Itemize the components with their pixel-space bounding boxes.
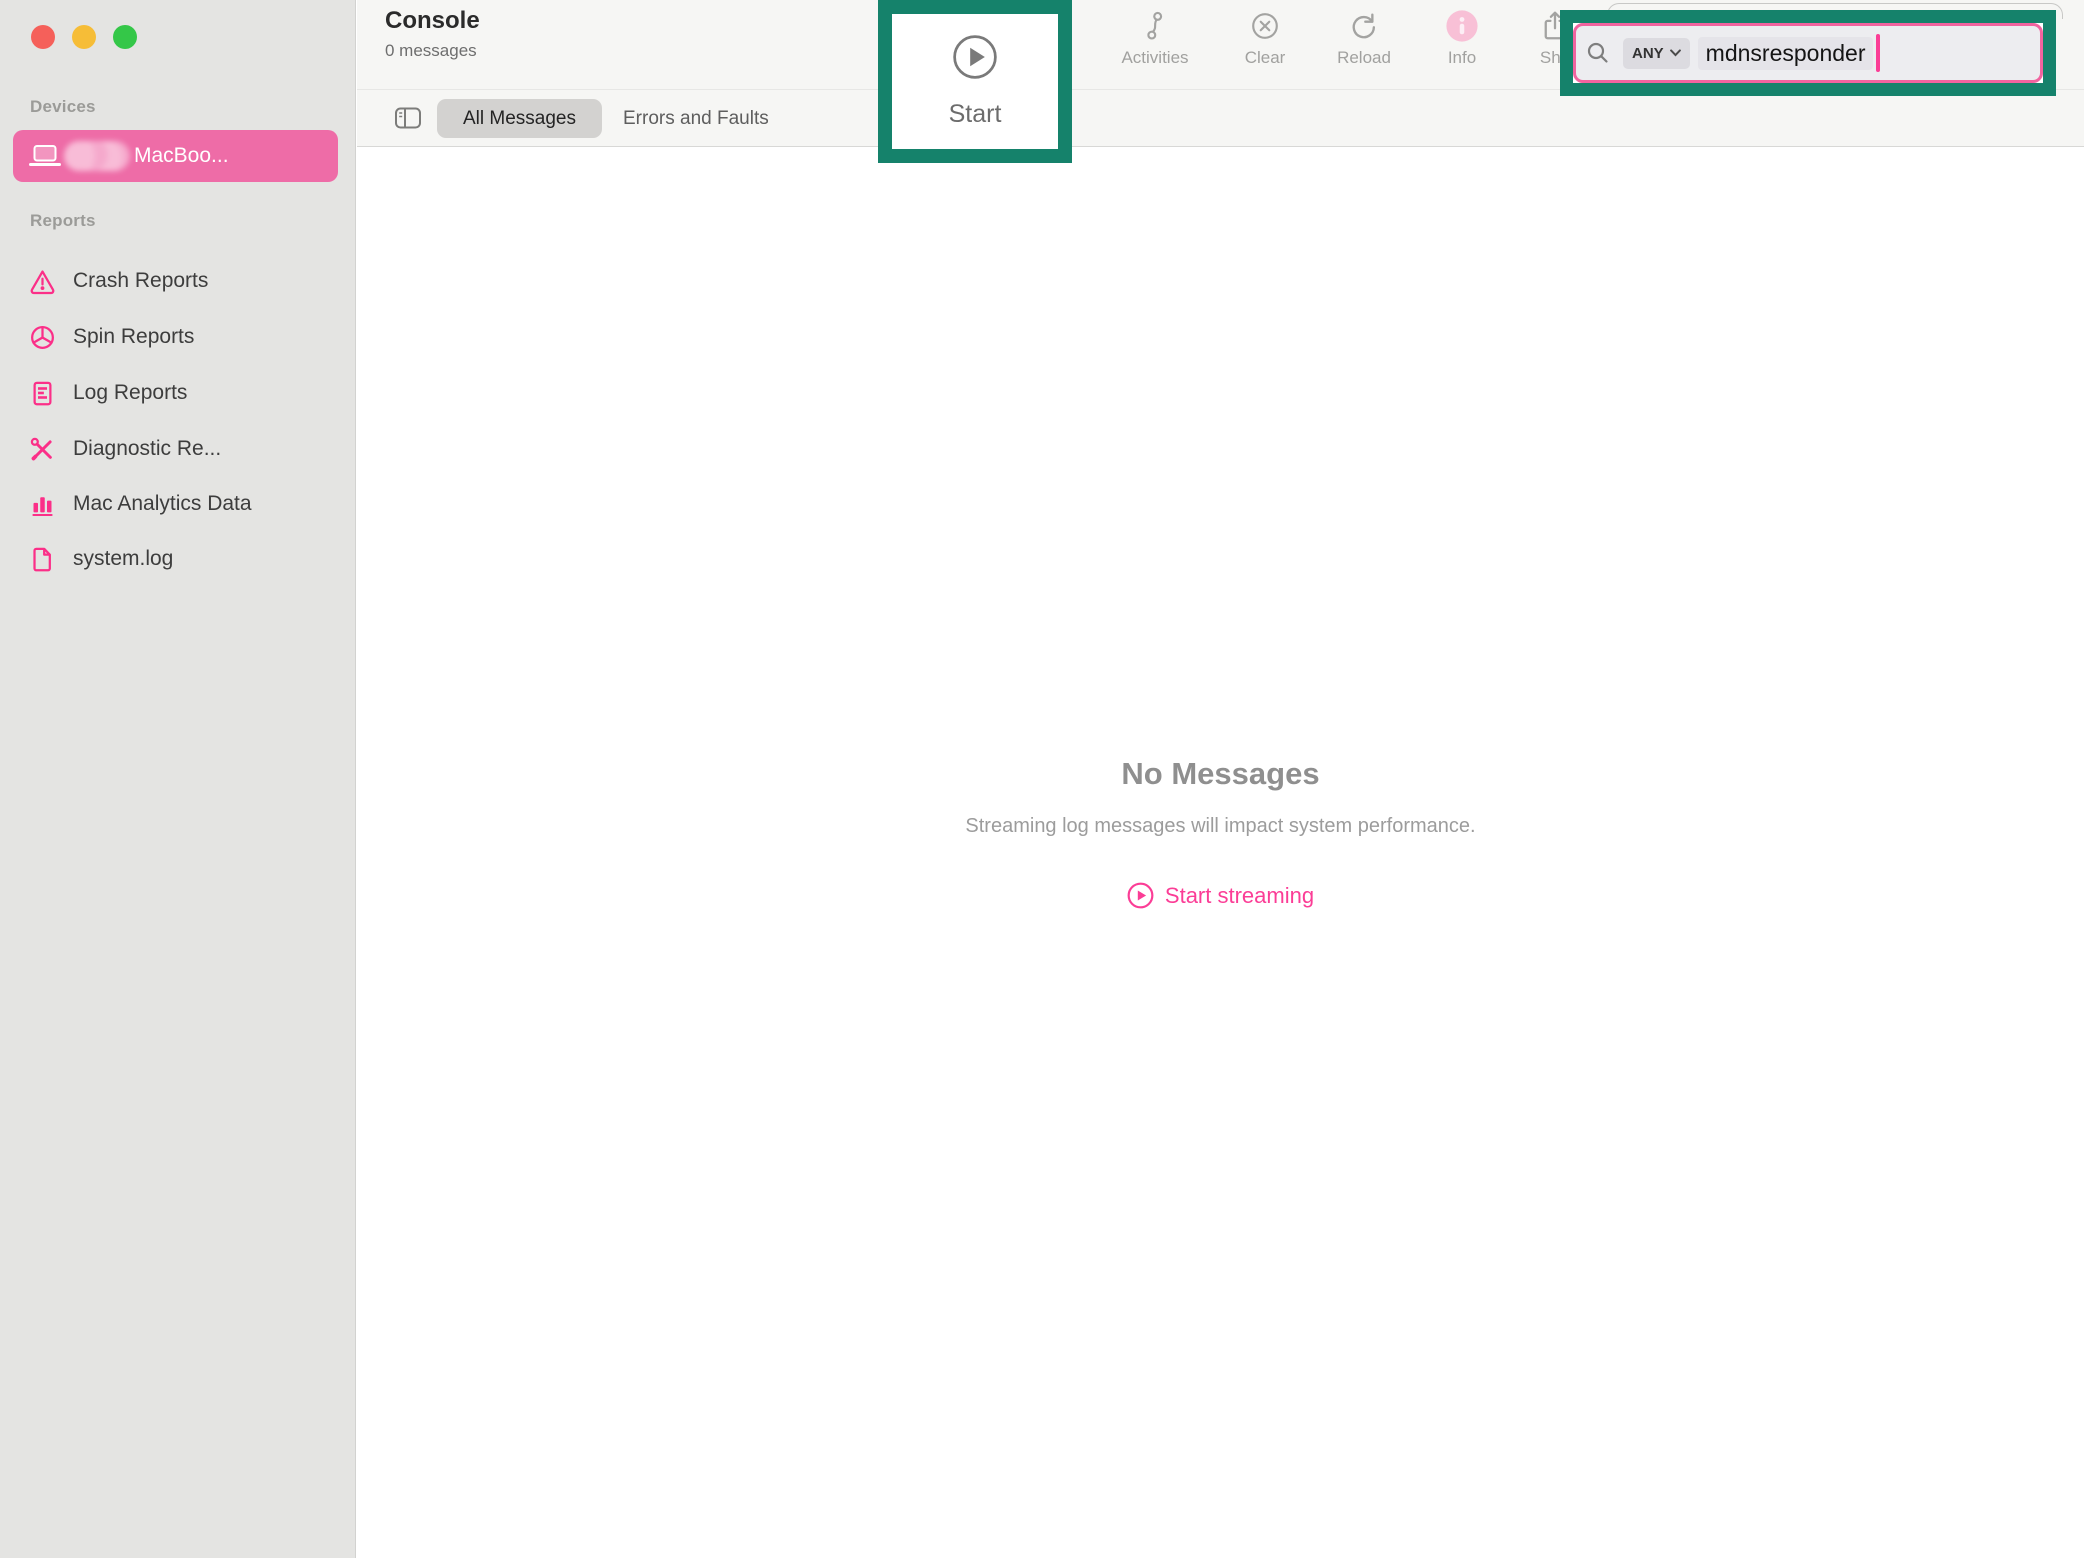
search-scope-dropdown[interactable]: ANY bbox=[1623, 38, 1690, 69]
message-count: 0 messages bbox=[385, 41, 477, 61]
warning-triangle-icon bbox=[28, 267, 56, 295]
devices-section-header: Devices bbox=[30, 97, 96, 117]
device-name-label: MacBoo... bbox=[134, 144, 229, 168]
sidebar: Devices MacBoo... Reports Crash Reports bbox=[0, 0, 356, 1558]
bar-chart-icon bbox=[28, 490, 56, 518]
toolbar-button-label: Activities bbox=[1121, 48, 1188, 68]
empty-state: No Messages Streaming log messages will … bbox=[357, 756, 2084, 914]
play-circle-icon bbox=[952, 34, 998, 80]
start-button[interactable]: Start bbox=[892, 14, 1058, 149]
sidebar-item-label: Diagnostic Re... bbox=[73, 437, 221, 461]
sidebar-item-log-reports[interactable]: Log Reports bbox=[13, 370, 343, 416]
search-input[interactable]: ANY mdnsresponder bbox=[1573, 23, 2043, 83]
filter-bar: All Messages Errors and Faults bbox=[357, 90, 2084, 147]
search-annotation-box: ANY mdnsresponder bbox=[1560, 10, 2056, 96]
sidebar-item-label: Crash Reports bbox=[73, 269, 208, 293]
sidebar-item-spin-reports[interactable]: Spin Reports bbox=[13, 314, 343, 360]
minimize-button[interactable] bbox=[72, 25, 96, 49]
sidebar-item-mac-analytics-data[interactable]: Mac Analytics Data bbox=[13, 481, 343, 527]
tools-icon bbox=[28, 435, 56, 463]
empty-state-title: No Messages bbox=[357, 756, 2084, 792]
sidebar-item-diagnostic-reports[interactable]: Diagnostic Re... bbox=[13, 426, 343, 472]
sidebar-item-crash-reports[interactable]: Crash Reports bbox=[13, 258, 343, 304]
sidebar-item-system-log[interactable]: system.log bbox=[13, 536, 343, 582]
toolbar-button-label: Reload bbox=[1337, 48, 1391, 68]
sidebar-item-label: system.log bbox=[73, 547, 173, 571]
search-query-text: mdnsresponder bbox=[1698, 37, 1874, 70]
window-title: Console bbox=[385, 7, 480, 35]
reports-section-header: Reports bbox=[30, 211, 96, 231]
toolbar-button-label: Info bbox=[1448, 48, 1476, 68]
document-lines-icon bbox=[28, 379, 56, 407]
laptop-icon bbox=[28, 143, 62, 169]
search-scope-label: ANY bbox=[1632, 45, 1664, 62]
sidebar-item-label: Spin Reports bbox=[73, 325, 194, 349]
console-window: Devices MacBoo... Reports Crash Reports bbox=[0, 0, 2084, 1558]
sidebar-item-label: Log Reports bbox=[73, 381, 187, 405]
empty-state-subtitle: Streaming log messages will impact syste… bbox=[357, 815, 2084, 838]
activities-button[interactable]: Activities bbox=[1097, 6, 1213, 68]
chevron-down-icon bbox=[1670, 49, 1681, 57]
sidebar-item-label: Mac Analytics Data bbox=[73, 492, 252, 516]
redacted-device-name bbox=[64, 141, 130, 171]
file-icon bbox=[28, 545, 56, 573]
search-icon bbox=[1586, 41, 1610, 65]
main-area: Console 0 messages Activities bbox=[357, 0, 2084, 1558]
start-button-label: Start bbox=[949, 100, 1002, 129]
play-circle-icon bbox=[1127, 882, 1154, 909]
start-annotation-box: Start bbox=[878, 0, 1072, 163]
text-cursor bbox=[1876, 34, 1880, 72]
toolbar-button-label: Clear bbox=[1245, 48, 1286, 68]
sidebar-item-device[interactable]: MacBoo... bbox=[13, 130, 338, 182]
zoom-button[interactable] bbox=[113, 25, 137, 49]
reload-icon bbox=[1349, 6, 1379, 46]
tab-errors-and-faults[interactable]: Errors and Faults bbox=[623, 99, 769, 138]
tab-all-messages[interactable]: All Messages bbox=[437, 99, 602, 138]
sidebar-toggle-button[interactable] bbox=[393, 104, 423, 132]
info-circle-icon bbox=[1445, 6, 1479, 46]
message-list-area: No Messages Streaming log messages will … bbox=[357, 148, 2084, 1558]
route-icon bbox=[1140, 6, 1170, 46]
close-button[interactable] bbox=[31, 25, 55, 49]
start-streaming-label: Start streaming bbox=[1165, 883, 1314, 909]
start-streaming-link[interactable]: Start streaming bbox=[1127, 882, 1314, 909]
clear-circle-icon bbox=[1250, 6, 1280, 46]
pinwheel-icon bbox=[28, 323, 56, 351]
